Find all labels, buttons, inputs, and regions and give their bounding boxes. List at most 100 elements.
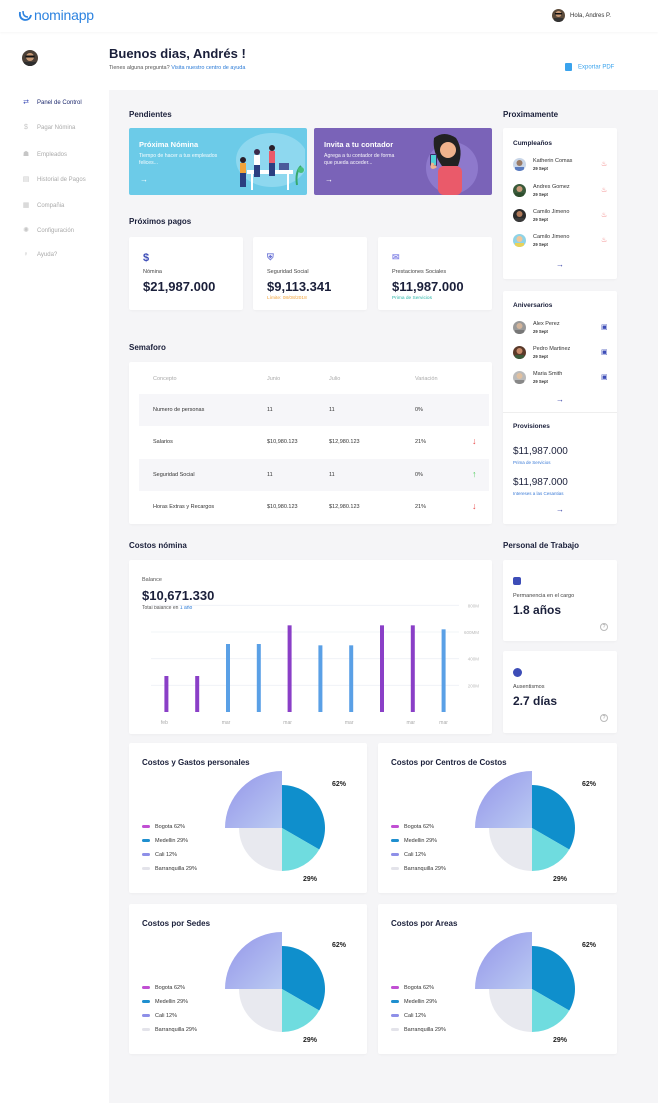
legend-swatch bbox=[391, 825, 399, 829]
app-logo[interactable]: nominapp bbox=[18, 7, 94, 23]
page-title: Buenos dias, Andrés ! bbox=[109, 46, 246, 61]
payment-note: Prima de Servicios bbox=[392, 296, 432, 301]
table-row[interactable]: Salarios $10,980.123 $12,980.123 21% ↓ bbox=[139, 426, 489, 458]
legend-swatch bbox=[142, 1028, 150, 1032]
payment-card-nomina[interactable]: $ Nómina $21,987.000 bbox=[129, 237, 243, 310]
sidebar-item-ayuda[interactable]: ♀ Ayuda? bbox=[22, 251, 57, 261]
help-icon[interactable]: ? bbox=[600, 714, 608, 722]
legend-item: Bogota 62% bbox=[391, 824, 434, 830]
legend-label: Medellin 29% bbox=[155, 999, 189, 1005]
list-item[interactable]: Katherin Comas 29 Sept ♨ bbox=[513, 156, 618, 182]
person-name: Maria Smith bbox=[533, 371, 563, 377]
legend-label: Barranquilla 29% bbox=[404, 1027, 446, 1033]
top-bar: nominapp Hola, Andres P. bbox=[0, 0, 658, 32]
legend-swatch bbox=[142, 1000, 150, 1004]
pie-card-centros: Costos por Centros de Costos Bogota 62% Me… bbox=[378, 743, 617, 893]
cell-julio: $12,980.123 bbox=[329, 504, 360, 510]
legend-swatch bbox=[142, 853, 150, 857]
avatar bbox=[513, 346, 526, 359]
building-icon: ▦ bbox=[22, 202, 30, 209]
legend-swatch bbox=[391, 1000, 399, 1004]
sidebar-item-historial[interactable]: ▤ Historial de Pagos bbox=[22, 175, 86, 185]
y-tick-label: 800M bbox=[468, 603, 480, 608]
lightbulb-icon: ♀ bbox=[23, 251, 29, 258]
avatar bbox=[513, 371, 526, 384]
gift-icon: ▣ bbox=[601, 374, 608, 381]
table-row[interactable]: Horas Extras y Recargos $10,980.123 $12,… bbox=[139, 491, 489, 523]
shield-icon: ⛨ bbox=[267, 252, 274, 262]
section-title-costos: Costos nómina bbox=[129, 541, 187, 550]
sidebar-item-empleados[interactable]: ☗ Empleados bbox=[22, 150, 67, 160]
list-item[interactable]: Pedro Martinez 29 Sept ▣ bbox=[513, 344, 618, 370]
table-header: Junio bbox=[267, 376, 281, 382]
legend-swatch bbox=[391, 1014, 399, 1018]
x-tick-label: mar bbox=[222, 720, 231, 726]
cell-junio: $10,980.123 bbox=[267, 439, 298, 445]
list-item[interactable]: Camilo Jimeno 29 Sept ♨ bbox=[513, 232, 618, 258]
chart-bar bbox=[226, 644, 230, 712]
list-item[interactable]: Alex Perez 29 Sept ▣ bbox=[513, 319, 618, 345]
person-date: 29 Sept bbox=[533, 217, 548, 222]
export-pdf-button[interactable]: Exportar PDF bbox=[565, 63, 614, 71]
list-item[interactable]: Maria Smith 29 Sept ▣ bbox=[513, 369, 618, 395]
pie-slice bbox=[239, 828, 282, 871]
person-name: Pedro Martinez bbox=[533, 346, 571, 352]
table-row[interactable]: Seguridad Social 11 11 0% ↑ bbox=[139, 459, 489, 491]
sidebar-item-label: Configuración bbox=[37, 228, 75, 234]
cake-icon: ♨ bbox=[601, 212, 608, 219]
list-item[interactable]: Andres Gomez 29 Sept ♨ bbox=[513, 182, 618, 208]
pie-slice bbox=[489, 989, 532, 1032]
arrow-down-icon: ↓ bbox=[472, 436, 477, 446]
table-row[interactable]: Numero de personas 11 11 0% bbox=[139, 394, 489, 426]
banner-proxima-nomina[interactable]: Próxima Nómina Tiempo de hacer a tus emp… bbox=[129, 128, 307, 195]
sidebar-item-compania[interactable]: ▦ Compañia bbox=[22, 201, 65, 211]
cell-junio: $10,980.123 bbox=[267, 504, 298, 510]
legend-item: Bogota 62% bbox=[391, 985, 434, 991]
provisions-title: Provisiones bbox=[513, 423, 550, 430]
metric-value: 1.8 años bbox=[513, 603, 562, 617]
legend-item: Medellin 29% bbox=[142, 838, 188, 844]
anniversaries-title: Aniversarios bbox=[513, 302, 553, 309]
arrow-right-icon[interactable]: → bbox=[140, 175, 148, 184]
arrow-right-icon[interactable]: → bbox=[556, 395, 564, 404]
ticket-icon: ✉ bbox=[392, 252, 400, 262]
payment-card-seguridad[interactable]: ⛨ Seguridad Social $9,113.341 Límite: 08… bbox=[253, 237, 367, 310]
help-text: Tienes alguna pregunta? Visita nuestro c… bbox=[109, 65, 245, 71]
sidebar-item-panel[interactable]: ⇄ Panel de Control bbox=[22, 98, 82, 108]
pie-slice bbox=[489, 828, 532, 871]
legend-label: Medellin 29% bbox=[404, 838, 438, 844]
gift-icon: ▣ bbox=[601, 324, 608, 331]
chart-bar bbox=[441, 629, 446, 712]
payment-card-prestaciones[interactable]: ✉ Prestaciones Sociales $11,987.000 Prim… bbox=[378, 237, 492, 310]
chart-bar bbox=[164, 676, 169, 712]
cell-variacion: 21% bbox=[415, 439, 427, 445]
payment-label: Nómina bbox=[143, 269, 162, 275]
legend-item: Bogota 62% bbox=[142, 824, 185, 830]
list-item[interactable]: Camilo Jimeno 29 Sept ♨ bbox=[513, 207, 618, 233]
semaforo-table: Concepto Junio Julio Variación Numero de… bbox=[129, 362, 492, 524]
arrow-right-icon[interactable]: → bbox=[556, 260, 564, 269]
pie-chart: 62%12%29% bbox=[225, 771, 347, 883]
dashboard-icon: ⇄ bbox=[23, 99, 29, 106]
payment-value: $9,113.341 bbox=[267, 279, 332, 294]
cell-concepto: Seguridad Social bbox=[153, 472, 195, 478]
sidebar-avatar[interactable] bbox=[22, 50, 38, 66]
chart-bar bbox=[256, 644, 261, 712]
payment-value: $21,987.000 bbox=[143, 279, 216, 294]
chart-title: Costos por Areas bbox=[391, 919, 458, 928]
arrow-right-icon[interactable]: → bbox=[325, 175, 333, 184]
chart-bar bbox=[287, 625, 292, 712]
help-icon[interactable]: ? bbox=[600, 623, 608, 631]
sidebar-item-pagar[interactable]: $ Pagar Nómina bbox=[22, 124, 75, 134]
legend-swatch bbox=[142, 839, 150, 843]
legend-item: Bogota 62% bbox=[142, 985, 185, 991]
legend-label: Medellin 29% bbox=[404, 999, 438, 1005]
banner-invita-contador[interactable]: Invita a tu contador Agrega a tu contado… bbox=[314, 128, 492, 195]
help-link[interactable]: Visita nuestro centro de ayuda bbox=[171, 65, 245, 71]
arrow-right-icon[interactable]: → bbox=[556, 505, 564, 514]
sidebar-item-configuracion[interactable]: ✺ Configuración bbox=[22, 226, 74, 236]
person-date: 29 Sept bbox=[533, 166, 548, 171]
legend-swatch bbox=[391, 986, 399, 990]
provision-label: Intereses a las Cesantias bbox=[513, 491, 564, 496]
legend-label: Barranquilla 29% bbox=[155, 1027, 197, 1033]
